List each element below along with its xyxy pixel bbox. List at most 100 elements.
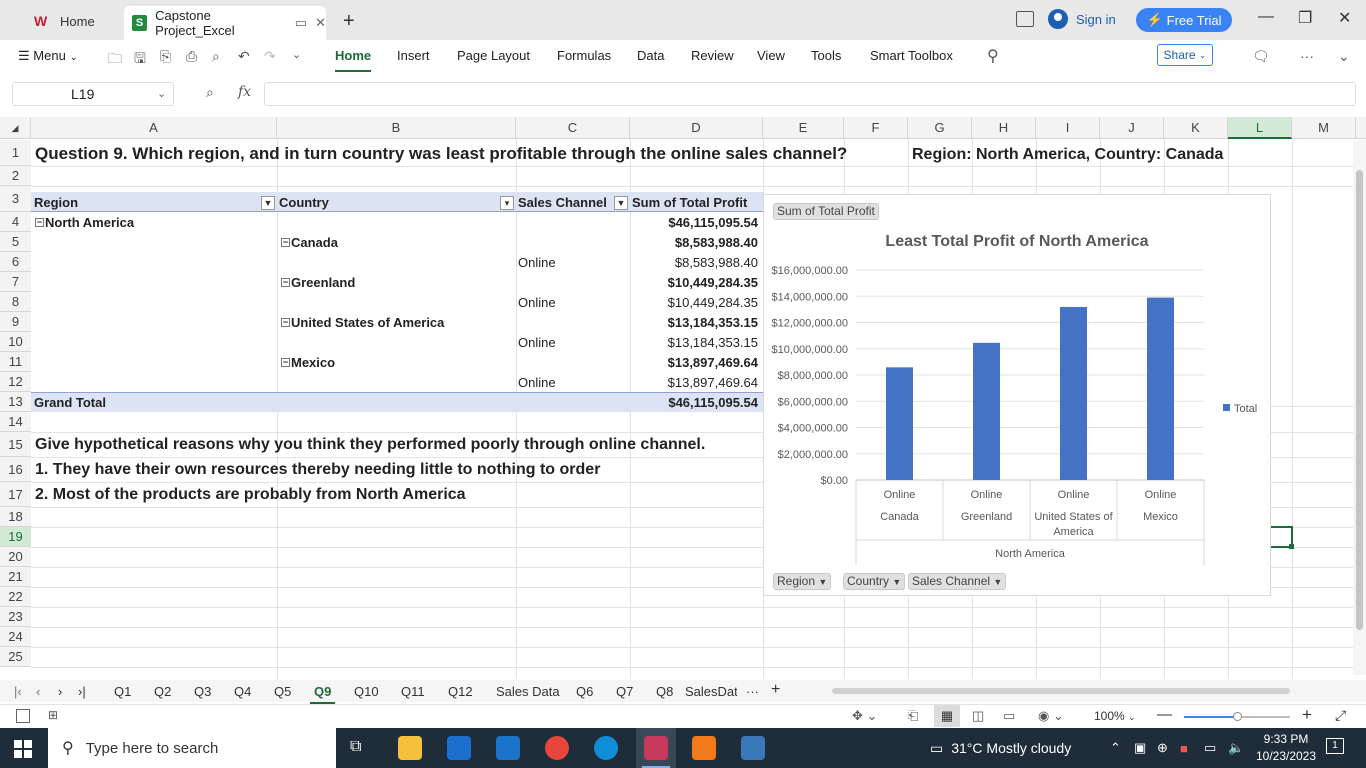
minimize-icon[interactable]: —	[1258, 8, 1274, 26]
column-header-b[interactable]: B	[277, 117, 516, 139]
free-trial-button[interactable]: ⚡ Free Trial	[1136, 8, 1232, 32]
row-header[interactable]: 8	[0, 292, 31, 312]
note-line[interactable]: 2. Most of the products are probably fro…	[35, 486, 466, 504]
pivot-header-channel[interactable]: Sales Channel	[518, 195, 607, 210]
row-header[interactable]: 16	[0, 457, 31, 482]
task-view-icon[interactable]: ⧉	[350, 738, 361, 756]
vlc-icon[interactable]	[692, 736, 716, 760]
reading-view-icon[interactable]: ▭	[1003, 708, 1015, 724]
column-header-e[interactable]: E	[763, 117, 844, 139]
pivot-country-total[interactable]: $10,449,284.35	[630, 275, 758, 290]
pivot-region-total[interactable]: $46,115,095.54	[630, 215, 758, 230]
column-header-i[interactable]: I	[1036, 117, 1100, 139]
row-header[interactable]: 11	[0, 352, 31, 372]
row-header[interactable]: 6	[0, 252, 31, 272]
zoom-out-icon[interactable]: —	[1157, 706, 1172, 723]
row-header[interactable]: 20	[0, 547, 31, 567]
collapse-icon[interactable]: −	[281, 358, 290, 367]
row-header[interactable]: 2	[0, 166, 31, 186]
menu-formulas[interactable]: Formulas	[557, 48, 611, 63]
name-box[interactable]: L19 ⌄	[12, 82, 174, 106]
print-icon[interactable]: ⎙	[186, 48, 197, 65]
pivot-channel[interactable]: Online	[518, 255, 556, 270]
region-filter-icon[interactable]: ▼	[261, 196, 275, 210]
chrome-icon[interactable]	[545, 736, 569, 760]
share-button[interactable]: Share ⌄	[1157, 44, 1213, 66]
horizontal-scroll-thumb[interactable]	[832, 688, 1290, 694]
more-toolbar-icon[interactable]: ⌄	[292, 48, 301, 61]
fullscreen-icon[interactable]: ⤢	[1335, 707, 1346, 724]
pivot-country-total[interactable]: $13,184,353.15	[630, 315, 758, 330]
print-preview-icon[interactable]: ⌕	[212, 48, 220, 65]
column-header-d[interactable]: D	[630, 117, 763, 139]
sheet-tab[interactable]: Q6	[576, 684, 593, 699]
mail-icon[interactable]	[496, 736, 520, 760]
row-header[interactable]: 21	[0, 567, 31, 587]
row-header[interactable]: 5	[0, 232, 31, 252]
pivot-channel-total[interactable]: $13,897,469.64	[630, 375, 758, 390]
page-break-view-icon[interactable]: ◫	[972, 708, 984, 724]
menu-data[interactable]: Data	[637, 48, 664, 63]
tab-document[interactable]: S Capstone Project_Excel ▭ ✕	[124, 6, 326, 40]
pivot-country[interactable]: − United States of America	[281, 315, 444, 330]
column-header-f[interactable]: F	[844, 117, 908, 139]
row-header[interactable]: 12	[0, 372, 31, 392]
pivot-channel-total[interactable]: $8,583,988.40	[630, 255, 758, 270]
row-header[interactable]: 25	[0, 647, 31, 667]
row-header[interactable]: 17	[0, 482, 31, 507]
pivot-channel[interactable]: Online	[518, 335, 556, 350]
column-header-l[interactable]: L	[1228, 117, 1292, 139]
collapse-icon[interactable]: −	[281, 318, 290, 327]
zoom-slider[interactable]	[1184, 712, 1290, 721]
formula-input[interactable]	[264, 82, 1356, 106]
pivot-header-region[interactable]: Region	[34, 195, 78, 210]
sheet-tab[interactable]: Q12	[448, 684, 473, 699]
tab-home[interactable]: W Home	[20, 6, 122, 36]
page-view-icon[interactable]: ⎗	[908, 708, 918, 724]
comment-icon[interactable]: 🗨	[1252, 48, 1270, 65]
menu-button[interactable]: ☰ Menu ⌄	[18, 48, 78, 64]
search-icon[interactable]: ⚲	[987, 46, 999, 66]
weather-widget[interactable]: ▭ 31°C Mostly cloudy	[930, 728, 1071, 768]
sheet-tab[interactable]: Q11	[401, 684, 425, 699]
row-header[interactable]: 15	[0, 432, 31, 457]
sheet-tab[interactable]: Q2	[154, 684, 171, 699]
prev-sheet-icon[interactable]: ‹	[36, 684, 40, 699]
field-button-channel[interactable]: Sales Channel ▼	[908, 573, 1007, 590]
sheet-tab[interactable]: SalesData...	[685, 684, 737, 699]
last-sheet-icon[interactable]: ›|	[78, 684, 86, 699]
close-tab-icon[interactable]: ✕	[315, 15, 326, 31]
question-text[interactable]: Question 9. Which region, and in turn co…	[35, 144, 847, 164]
close-window-icon[interactable]: ✕	[1338, 8, 1351, 28]
volume-icon[interactable]: 🔈	[1228, 728, 1244, 768]
file-explorer-icon[interactable]	[398, 736, 422, 760]
row-header[interactable]: 22	[0, 587, 31, 607]
pivot-header-country[interactable]: Country	[279, 195, 329, 210]
maximize-icon[interactable]: ❐	[1298, 8, 1312, 28]
more-icon[interactable]: ···	[1300, 48, 1314, 64]
note-line[interactable]: Give hypothetical reasons why you think …	[35, 436, 705, 454]
chart-bar[interactable]	[1060, 306, 1087, 480]
show-hidden-icons[interactable]: ⌃	[1110, 728, 1121, 768]
row-header[interactable]: 4	[0, 212, 31, 232]
battery-icon[interactable]: ▭	[1204, 728, 1216, 768]
row-header[interactable]: 18	[0, 507, 31, 527]
note-line[interactable]: 1. They have their own resources thereby…	[35, 461, 600, 479]
vertical-scrollbar[interactable]	[1353, 140, 1366, 675]
wps-taskbar-button[interactable]	[636, 728, 676, 768]
menu-view[interactable]: View	[757, 48, 785, 63]
select-all-corner[interactable]: ◢	[0, 117, 31, 139]
add-sheet-icon[interactable]: +	[771, 681, 780, 699]
zoom-slider-thumb[interactable]	[1233, 712, 1242, 721]
field-button-country[interactable]: Country ▼	[843, 573, 906, 590]
vertical-scroll-thumb[interactable]	[1356, 170, 1363, 630]
column-header-m[interactable]: M	[1292, 117, 1356, 139]
clock[interactable]: 9:33 PM 10/23/2023	[1254, 731, 1318, 765]
normal-view-icon[interactable]: ▦	[934, 705, 960, 727]
save-icon[interactable]: 🖫	[134, 48, 146, 72]
pycharm-icon[interactable]	[741, 736, 765, 760]
row-header[interactable]: 10	[0, 332, 31, 352]
pivot-channel-total[interactable]: $10,449,284.35	[630, 295, 758, 310]
notification-icon[interactable]: 1	[1326, 738, 1344, 754]
row-header[interactable]: 19	[0, 527, 31, 547]
